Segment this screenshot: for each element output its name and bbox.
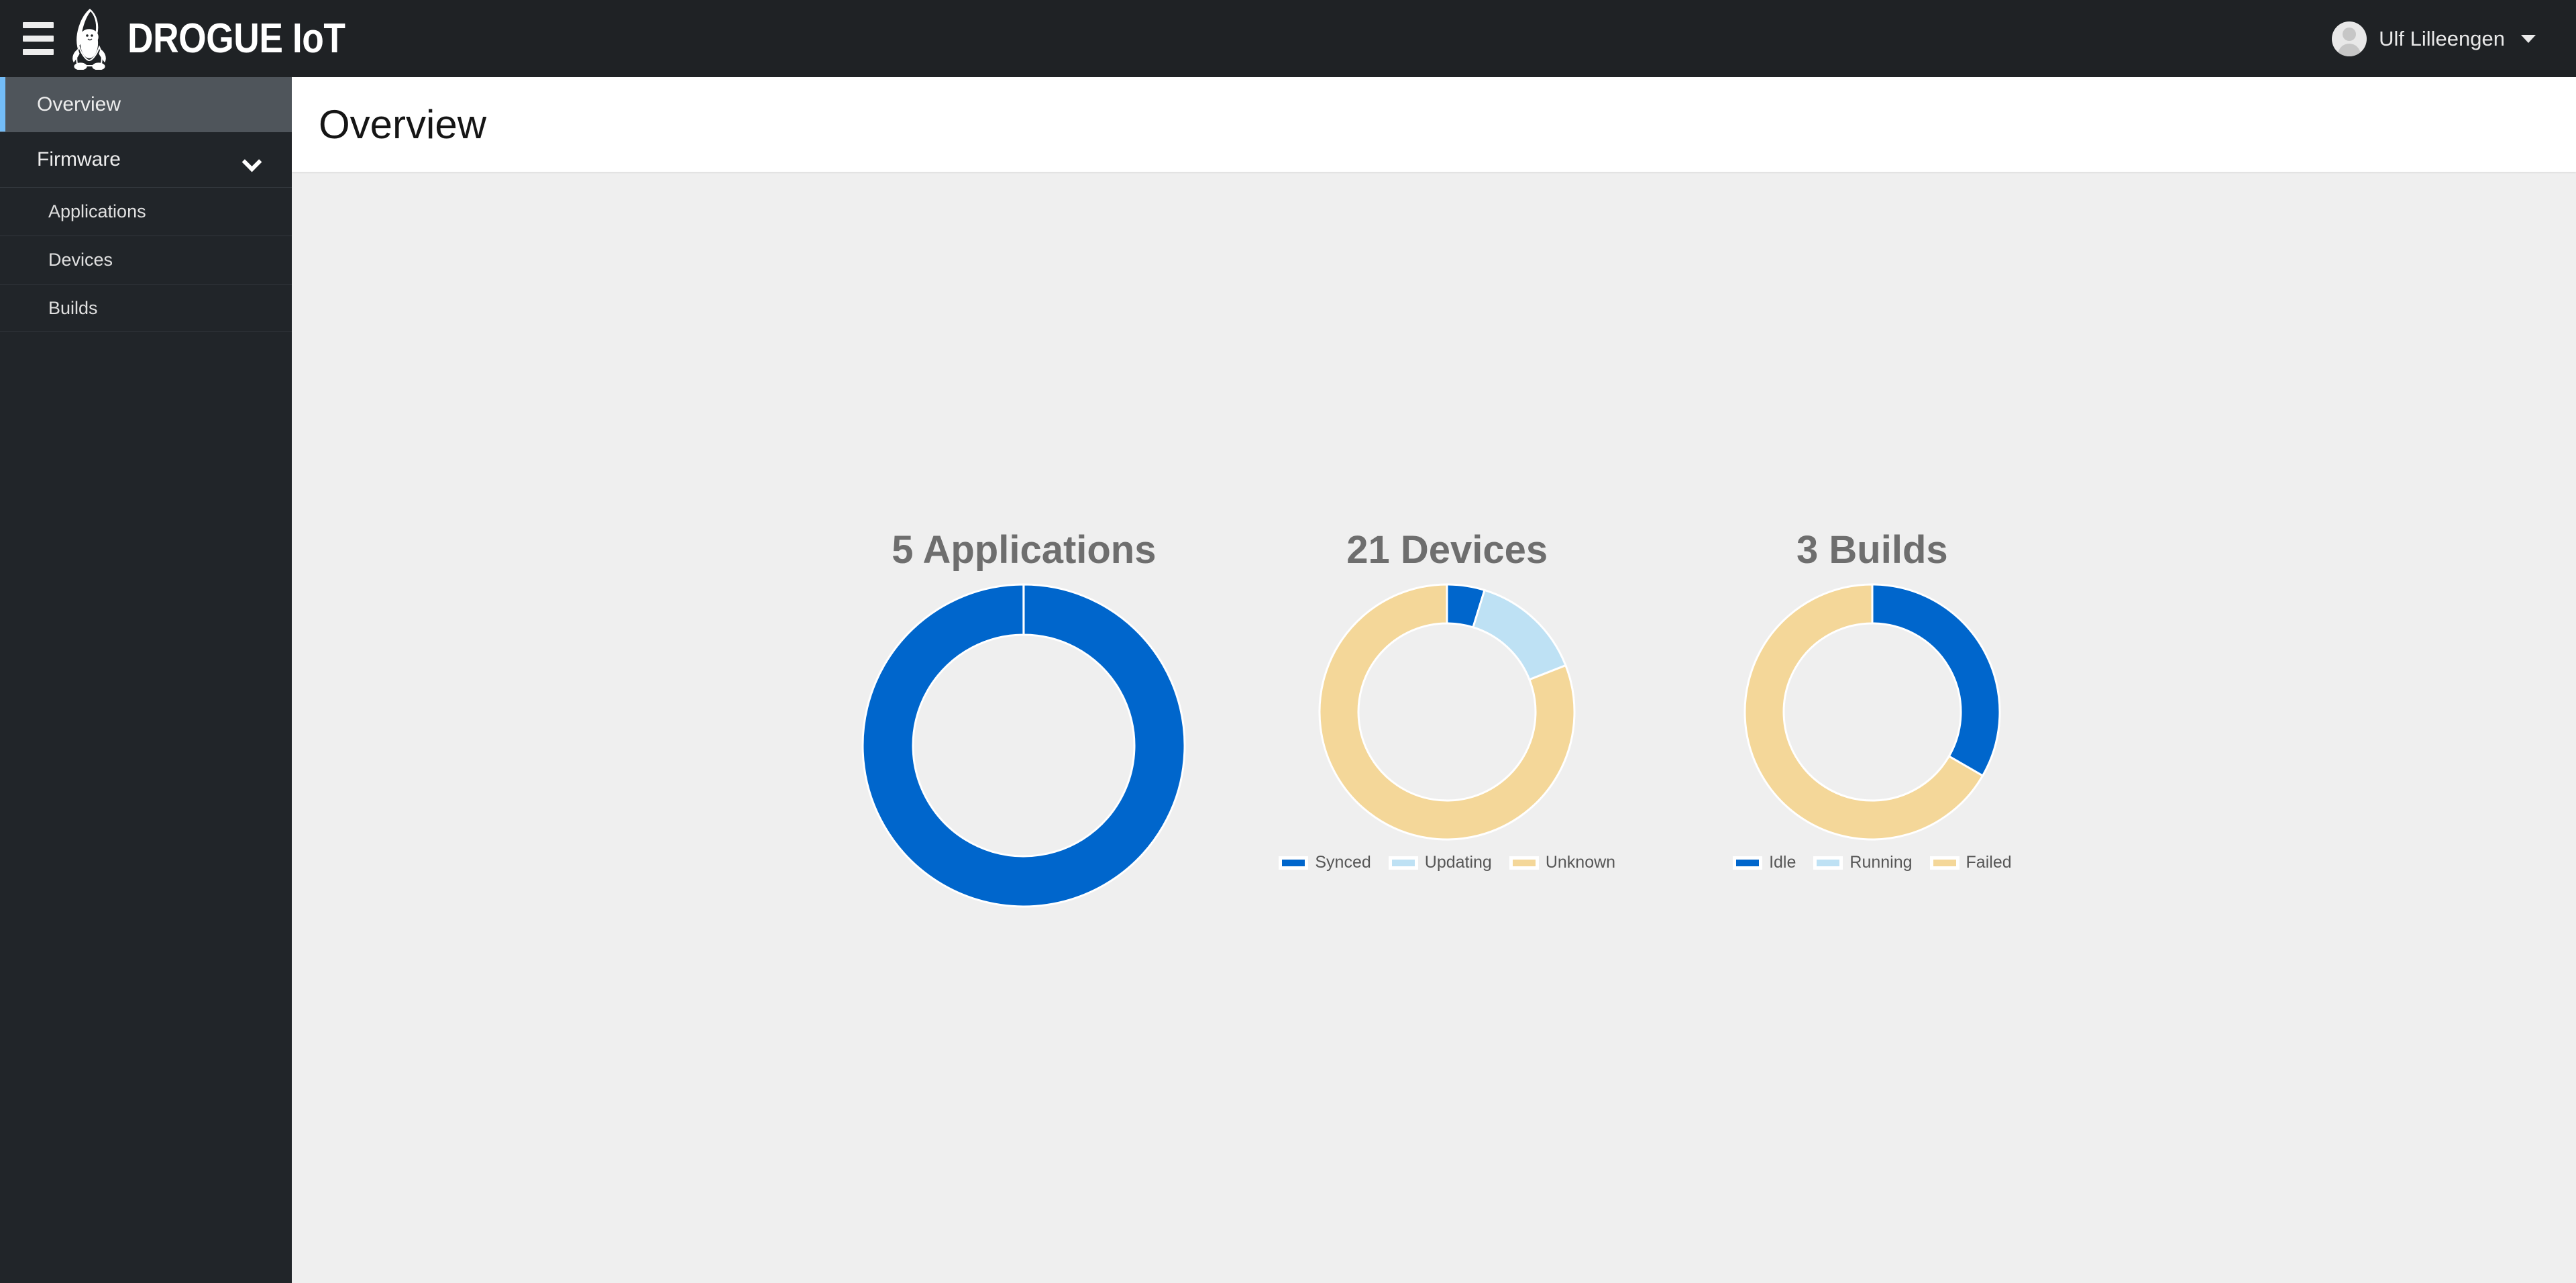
donut-svg[interactable] (1313, 578, 1581, 846)
chevron-down-icon[interactable] (244, 155, 260, 164)
donut-slice[interactable] (1472, 588, 1568, 681)
legend-swatch (1279, 856, 1309, 870)
chart-card-devices: 21 Devices Synced Updating Unknown (1279, 527, 1615, 872)
drogue-gnome-logo (72, 8, 106, 70)
sidebar-item-overview[interactable]: Overview (0, 77, 292, 132)
sidebar-navigation: Overview Firmware Applications Devices B… (0, 77, 292, 1283)
legend-label: Unknown (1545, 853, 1616, 872)
hamburger-bar (23, 36, 54, 42)
chart-title: 5 Applications (892, 528, 1157, 572)
user-avatar-icon (2332, 21, 2367, 56)
legend-item[interactable]: Synced (1279, 853, 1371, 872)
sidebar-group-label: Firmware (37, 148, 121, 170)
brand-link[interactable]: DROGUE IoT (70, 8, 380, 70)
hamburger-bar (23, 22, 54, 28)
legend-label: Updating (1424, 853, 1492, 872)
sidebar-item-label: Devices (48, 250, 113, 270)
legend-label: Idle (1769, 853, 1796, 872)
legend-swatch (1929, 856, 1960, 870)
overview-charts-row: 5 Applications 21 Devices Synced Updating… (292, 172, 2576, 1283)
legend-swatch (1388, 856, 1418, 870)
legend-item[interactable]: Updating (1388, 853, 1492, 872)
chart-card-builds: 3 Builds Idle Running Failed (1733, 527, 2012, 872)
hamburger-bar (23, 49, 54, 55)
hamburger-menu-icon[interactable] (15, 19, 62, 59)
content-area: 5 Applications 21 Devices Synced Updating… (292, 172, 2576, 1283)
user-menu[interactable]: Ulf Lilleengen (2332, 0, 2536, 77)
user-name-label: Ulf Lilleengen (2379, 26, 2505, 50)
chart-legend: Idle Running Failed (1733, 853, 2012, 872)
donut-svg[interactable] (1738, 578, 2006, 846)
chart-title: 21 Devices (1346, 528, 1548, 572)
donut-chart-applications (856, 578, 1191, 913)
donut-chart-devices (1313, 578, 1581, 846)
chart-legend: Synced Updating Unknown (1279, 853, 1615, 872)
legend-item[interactable]: Unknown (1509, 853, 1615, 872)
legend-label: Synced (1315, 853, 1371, 872)
page-title: Overview (319, 102, 487, 147)
donut-chart-builds (1738, 578, 2006, 846)
donut-slice[interactable] (1871, 583, 2001, 778)
legend-item[interactable]: Idle (1733, 853, 1796, 872)
brand-title: DROGUE IoT (127, 15, 345, 62)
donut-slice[interactable] (861, 583, 1186, 908)
masthead: DROGUE IoT Ulf Lilleengen (0, 0, 2576, 77)
caret-down-icon[interactable] (2521, 34, 2536, 43)
sidebar-item-label: Applications (48, 201, 146, 221)
legend-item[interactable]: Failed (1929, 853, 2012, 872)
legend-swatch (1509, 856, 1539, 870)
donut-svg[interactable] (856, 578, 1191, 913)
sidebar-item-devices[interactable]: Devices (0, 236, 292, 284)
sidebar-item-label: Overview (37, 93, 121, 115)
sidebar-item-label: Builds (48, 297, 98, 318)
legend-label: Running (1849, 853, 1913, 872)
legend-label: Failed (1966, 853, 2012, 872)
sidebar-item-builds[interactable]: Builds (0, 284, 292, 332)
page-header: Overview (292, 77, 2576, 172)
chart-card-applications: 5 Applications (856, 527, 1191, 920)
legend-item[interactable]: Running (1813, 853, 1913, 872)
legend-swatch (1813, 856, 1843, 870)
sidebar-group-firmware[interactable]: Firmware (0, 132, 292, 187)
sidebar-item-applications[interactable]: Applications (0, 187, 292, 236)
legend-swatch (1733, 856, 1763, 870)
application-root: DROGUE IoT Ulf Lilleengen Overview Firmw… (0, 0, 2576, 1283)
chart-title: 3 Builds (1796, 528, 1948, 572)
